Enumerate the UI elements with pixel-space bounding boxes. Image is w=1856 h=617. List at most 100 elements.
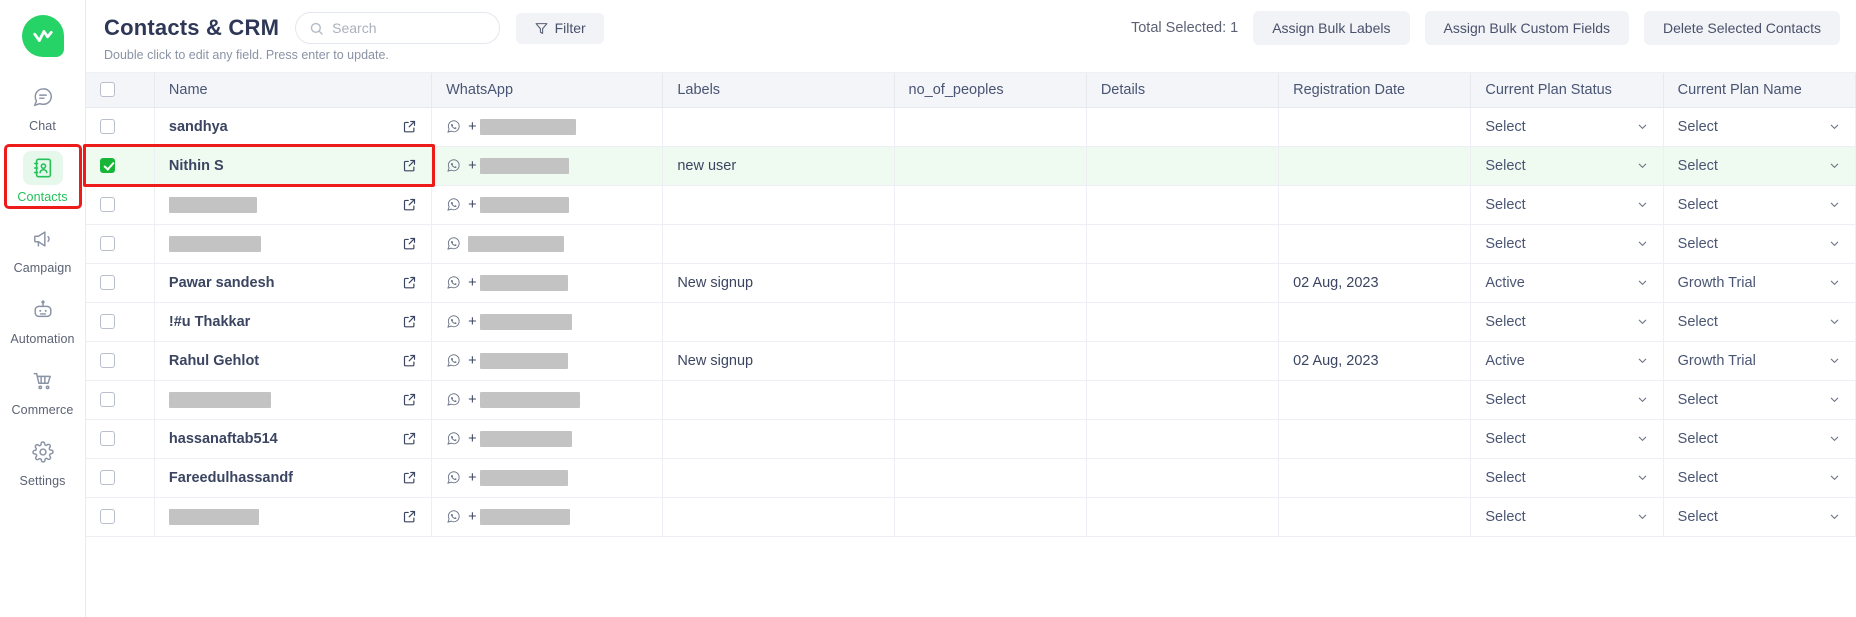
whatsapp-cell[interactable]: + — [431, 263, 664, 303]
labels-cell[interactable]: new user — [662, 146, 895, 186]
no-of-peoples-cell[interactable] — [894, 224, 1087, 264]
labels-cell[interactable]: New signup — [662, 341, 895, 381]
whatsapp-cell[interactable]: + — [431, 419, 664, 459]
chevron-down-icon[interactable] — [1828, 510, 1841, 523]
table-row[interactable]: Pawar sandesh + New signup 02 Aug, 2023 Acti… — [86, 263, 1856, 303]
column-header-no-of-peoples[interactable]: no_of_peoples — [894, 73, 1087, 108]
chevron-down-icon[interactable] — [1636, 510, 1649, 523]
row-checkbox[interactable] — [100, 509, 115, 525]
name-cell[interactable] — [154, 380, 433, 420]
details-cell[interactable] — [1086, 497, 1280, 537]
chevron-down-icon[interactable] — [1636, 159, 1649, 172]
current-plan-status-cell[interactable]: Select — [1470, 419, 1664, 459]
row-select-cell[interactable] — [86, 107, 155, 147]
row-checkbox[interactable] — [100, 197, 115, 213]
row-checkbox[interactable] — [100, 353, 115, 369]
row-checkbox[interactable] — [100, 119, 115, 135]
row-select-cell[interactable] — [86, 302, 155, 342]
row-checkbox[interactable] — [100, 275, 115, 291]
details-cell[interactable] — [1086, 380, 1280, 420]
current-plan-name-cell[interactable]: Select — [1663, 497, 1856, 537]
name-cell[interactable] — [154, 224, 433, 264]
search-input[interactable] — [332, 20, 487, 36]
details-cell[interactable] — [1086, 107, 1280, 147]
table-row[interactable]: sandhya + Select Select — [86, 107, 1856, 147]
filter-button[interactable]: Filter — [516, 12, 605, 44]
delete-selected-contacts-button[interactable]: Delete Selected Contacts — [1644, 11, 1840, 45]
open-contact-icon[interactable] — [402, 119, 417, 134]
chevron-down-icon[interactable] — [1636, 432, 1649, 445]
column-header-current-plan-status[interactable]: Current Plan Status — [1470, 73, 1664, 108]
chevron-down-icon[interactable] — [1636, 198, 1649, 211]
chevron-down-icon[interactable] — [1828, 315, 1841, 328]
current-plan-status-cell[interactable]: Select — [1470, 146, 1664, 186]
sidebar-item-contacts[interactable]: Contacts — [3, 144, 82, 209]
open-contact-icon[interactable] — [402, 392, 417, 407]
whatsapp-cell[interactable]: + — [431, 302, 664, 342]
sidebar-item-commerce[interactable]: Commerce — [7, 360, 79, 419]
chevron-down-icon[interactable] — [1828, 393, 1841, 406]
labels-cell[interactable]: New signup — [662, 263, 895, 303]
labels-cell[interactable] — [662, 302, 895, 342]
no-of-peoples-cell[interactable] — [894, 107, 1087, 147]
chevron-down-icon[interactable] — [1828, 354, 1841, 367]
registration-date-cell[interactable] — [1278, 107, 1472, 147]
chevron-down-icon[interactable] — [1636, 354, 1649, 367]
name-cell[interactable] — [154, 185, 433, 225]
current-plan-name-cell[interactable]: Select — [1663, 302, 1856, 342]
table-row[interactable]: Select Select — [86, 224, 1856, 264]
table-row[interactable]: + Select Select — [86, 497, 1856, 537]
current-plan-status-cell[interactable]: Select — [1470, 380, 1664, 420]
name-cell[interactable] — [154, 497, 433, 537]
current-plan-name-cell[interactable]: Select — [1663, 224, 1856, 264]
registration-date-cell[interactable]: 02 Aug, 2023 — [1278, 341, 1472, 381]
current-plan-name-cell[interactable]: Growth Trial — [1663, 341, 1856, 381]
name-cell[interactable]: Fareedulhassandf — [154, 458, 433, 498]
current-plan-name-cell[interactable]: Select — [1663, 380, 1856, 420]
labels-cell[interactable] — [662, 185, 895, 225]
registration-date-cell[interactable] — [1278, 146, 1472, 186]
row-select-cell[interactable] — [86, 263, 155, 303]
column-header-labels[interactable]: Labels — [662, 73, 895, 108]
open-contact-icon[interactable] — [402, 470, 417, 485]
details-cell[interactable] — [1086, 302, 1280, 342]
open-contact-icon[interactable] — [402, 236, 417, 251]
name-cell[interactable]: Rahul Gehlot — [154, 341, 433, 381]
row-select-cell[interactable] — [86, 419, 155, 459]
chevron-down-icon[interactable] — [1828, 432, 1841, 445]
assign-bulk-custom-fields-button[interactable]: Assign Bulk Custom Fields — [1424, 11, 1630, 45]
column-header-registration-date[interactable]: Registration Date — [1278, 73, 1472, 108]
no-of-peoples-cell[interactable] — [894, 458, 1087, 498]
chevron-down-icon[interactable] — [1636, 237, 1649, 250]
labels-cell[interactable] — [662, 458, 895, 498]
current-plan-status-cell[interactable]: Select — [1470, 302, 1664, 342]
registration-date-cell[interactable] — [1278, 224, 1472, 264]
chevron-down-icon[interactable] — [1636, 120, 1649, 133]
labels-cell[interactable] — [662, 380, 895, 420]
row-select-cell[interactable] — [86, 497, 155, 537]
labels-cell[interactable] — [662, 224, 895, 264]
open-contact-icon[interactable] — [402, 197, 417, 212]
current-plan-name-cell[interactable]: Select — [1663, 146, 1856, 186]
assign-bulk-labels-button[interactable]: Assign Bulk Labels — [1253, 11, 1410, 45]
current-plan-status-cell[interactable]: Select — [1470, 224, 1664, 264]
no-of-peoples-cell[interactable] — [894, 302, 1087, 342]
sidebar-item-chat[interactable]: Chat — [7, 76, 79, 135]
chevron-down-icon[interactable] — [1636, 315, 1649, 328]
whatsapp-cell[interactable]: + — [431, 497, 664, 537]
details-cell[interactable] — [1086, 419, 1280, 459]
labels-cell[interactable] — [662, 419, 895, 459]
open-contact-icon[interactable] — [402, 353, 417, 368]
details-cell[interactable] — [1086, 458, 1280, 498]
name-cell[interactable]: Nithin S — [154, 146, 433, 186]
row-checkbox[interactable] — [100, 392, 115, 408]
name-cell[interactable]: hassanaftab514 — [154, 419, 433, 459]
no-of-peoples-cell[interactable] — [894, 185, 1087, 225]
whatsapp-cell[interactable]: + — [431, 146, 664, 186]
search-box[interactable] — [295, 12, 501, 44]
current-plan-name-cell[interactable]: Select — [1663, 458, 1856, 498]
chevron-down-icon[interactable] — [1828, 198, 1841, 211]
table-row[interactable]: + Select Select — [86, 380, 1856, 420]
row-select-cell[interactable] — [86, 458, 155, 498]
no-of-peoples-cell[interactable] — [894, 419, 1087, 459]
